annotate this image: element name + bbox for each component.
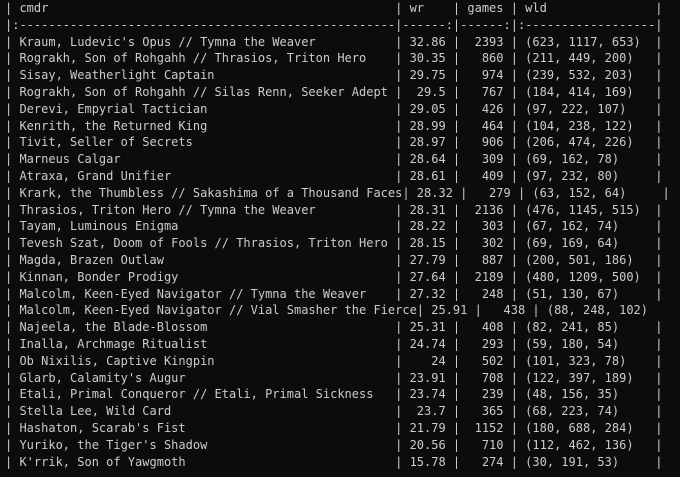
table-row: | Atraxa, Grand Unifier | 28.61 | 409 | … [5,168,663,183]
table-row: | Hashaton, Scarab's Fist | 21.79 | 1152… [5,420,663,435]
table-header: | cmdr | wr | games | wld | [5,1,663,15]
table-row: | Malcolm, Keen-Eyed Navigator // Tymna … [5,286,663,301]
table-row: | Stella Lee, Wild Card | 23.7 | 365 | (… [5,404,663,419]
table-row: | Kinnan, Bonder Prodigy | 27.64 | 2189 … [5,269,663,284]
table-row: | Tivit, Seller of Secrets | 28.97 | 906… [5,135,663,150]
table-row: | Sisay, Weatherlight Captain | 29.75 | … [5,68,663,83]
table-row: | Tevesh Szat, Doom of Fools // Thrasios… [5,236,663,251]
table-row: | Inalla, Archmage Ritualist | 24.74 | 2… [5,336,663,351]
table-row: | Glarb, Calamity's Augur | 23.91 | 708 … [5,370,663,385]
table-row: | Magda, Brazen Outlaw | 27.79 | 887 | (… [5,252,663,267]
table-body: | Kraum, Ludevic's Opus // Tymna the Wea… [5,34,680,471]
table-row: | Tayam, Luminous Enigma | 28.22 | 303 |… [5,219,663,234]
table-row: | Rograkh, Son of Rohgahh // Thrasios, T… [5,51,663,66]
table-row: | Krark, the Thumbless // Sakashima of a… [5,185,670,200]
table-row: | K'rrik, Son of Yawgmoth | 15.78 | 274 … [5,454,663,469]
table-row: | Yuriko, the Tiger's Shadow | 20.56 | 7… [5,437,663,452]
table-row: | Derevi, Empyrial Tactician | 29.05 | 4… [5,101,663,116]
table-separator: |:--------------------------------------… [5,17,663,32]
table-row: | Etali, Primal Conqueror // Etali, Prim… [5,387,663,402]
table-row: | Thrasios, Triton Hero // Tymna the Wea… [5,202,663,217]
terminal-output: | cmdr | wr | games | wld | |:----------… [0,0,680,477]
table-row: | Rograkh, Son of Rohgahh // Silas Renn,… [5,84,663,99]
table-row: | Kenrith, the Returned King | 28.99 | 4… [5,118,663,133]
table-row: | Marneus Calgar | 28.64 | 309 | (69, 16… [5,152,663,167]
table-row: | Malcolm, Keen-Eyed Navigator // Vial S… [5,303,680,318]
table-row: | Kraum, Ludevic's Opus // Tymna the Wea… [5,34,663,49]
table-row: | Najeela, the Blade-Blossom | 25.31 | 4… [5,320,663,335]
table-row: | Ob Nixilis, Captive Kingpin | 24 | 502… [5,353,663,368]
